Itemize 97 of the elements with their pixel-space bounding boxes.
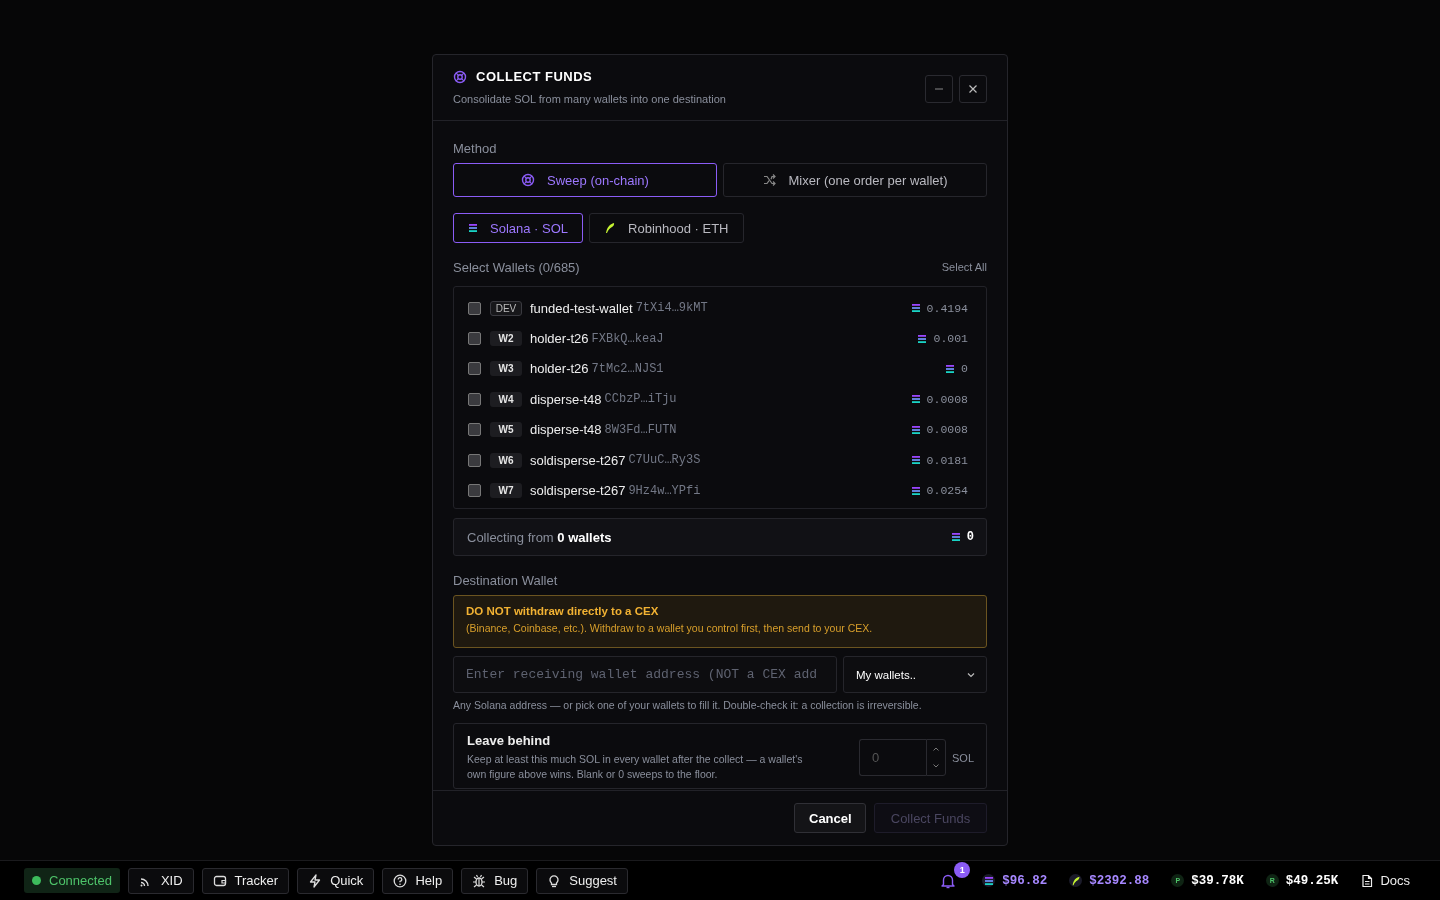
checkbox[interactable]	[468, 392, 481, 406]
solana-icon	[910, 455, 921, 466]
wallet-name: holder-t26	[530, 361, 589, 377]
solana-icon	[982, 874, 996, 887]
wallet-tag: W2	[490, 331, 522, 347]
wallet-name: funded-test-wallet	[530, 300, 633, 316]
status-bar-button[interactable]: Quick	[297, 867, 375, 894]
wallet-balance: 0.001	[933, 332, 968, 346]
checkbox[interactable]	[468, 301, 481, 315]
wallet-address: FXBkQ…keaJ	[591, 331, 664, 346]
solana-icon	[910, 424, 921, 435]
checkbox[interactable]	[468, 484, 481, 498]
solana-icon	[910, 303, 921, 314]
status-bar-button[interactable]: Tracker	[201, 867, 290, 894]
status-bar-button[interactable]: XID	[127, 867, 194, 894]
wallet-name: disperse-t48	[530, 391, 602, 407]
wallet-tag: W4	[490, 391, 522, 407]
summary-total: 0	[966, 530, 974, 544]
chevron-down-icon	[932, 763, 940, 770]
dialog-title: COLLECT FUNDS	[476, 69, 593, 84]
wallet-balance: 0.4194	[926, 301, 968, 315]
checkbox[interactable]	[468, 362, 481, 376]
section-label: Method	[453, 141, 498, 156]
unit-label: SOL	[952, 751, 974, 764]
feather-icon	[604, 222, 617, 234]
status-bar-button[interactable]: Suggest	[536, 867, 628, 894]
shuffle-icon	[762, 173, 777, 187]
method-option[interactable]: Sweep (on-chain)	[453, 163, 717, 197]
chevron-up-icon	[932, 745, 940, 752]
price-value: $96.82	[1002, 873, 1048, 888]
leave-behind-text: Keep at least this much SOL in every wallet after the collect — a wallet's own figure above wins. Blank or 0 sweeps to the floor.	[467, 752, 804, 783]
hint-text: Any Solana address — or pick one of your wallets to fill it. Double-check it: a collection is irreversible.	[453, 699, 923, 711]
wallet-tag: DEV	[490, 300, 522, 316]
bell-icon	[940, 872, 957, 889]
wallet-balance: 0	[961, 362, 968, 376]
section-label: Destination Wallet	[453, 573, 559, 588]
lifebuoy-icon	[521, 173, 536, 187]
lightbulb-icon	[547, 873, 562, 888]
wallet-balance: 0.0008	[926, 423, 968, 437]
close-button[interactable]	[959, 75, 987, 103]
wallet-name: soldisperse-t267	[530, 483, 626, 499]
wallet-picker[interactable]: My wallets..	[843, 656, 987, 693]
help-icon	[393, 873, 408, 888]
select-all-link[interactable]: Select All	[941, 261, 987, 273]
leave-behind-title: Leave behind	[467, 733, 552, 748]
checkbox[interactable]	[468, 453, 481, 467]
solana-icon	[910, 394, 921, 405]
wallet-address: 8W3Fd…FUTN	[604, 422, 677, 437]
status-label: Connected	[49, 873, 112, 888]
method-option[interactable]: Mixer (one order per wallet)	[723, 163, 987, 197]
warning-text: (Binance, Coinbase, etc.). Withdraw to a wallet you control first, then send to your CEX.	[466, 622, 874, 634]
lifebuoy-icon	[453, 69, 467, 84]
address-field[interactable]: Enter receiving wallet address (NOT a CEX add	[453, 656, 837, 693]
warning-title: DO NOT withdraw directly to a CEX	[466, 605, 660, 617]
wallet-tag: W3	[490, 361, 522, 377]
dialog-subtitle: Consolidate SOL from many wallets into one destination	[453, 93, 726, 105]
wallet-tag: W6	[490, 452, 522, 468]
wallet-address: C7UuC…Ry3S	[628, 453, 701, 468]
lightning-icon	[308, 873, 323, 888]
solana-icon	[917, 333, 928, 344]
notifications-button[interactable]	[940, 872, 957, 889]
status-bar-button[interactable]: Help	[382, 867, 454, 894]
wallet-name: holder-t26	[530, 331, 589, 347]
wallet-name: disperse-t48	[530, 422, 602, 438]
number-field[interactable]: 0	[859, 739, 926, 777]
wallet-balance: 0.0008	[926, 392, 968, 406]
chain-tab[interactable]: Solana · SOL	[453, 213, 584, 243]
solana-icon	[910, 485, 921, 496]
cancel-button[interactable]: Cancel	[794, 803, 866, 833]
wallet-name: soldisperse-t267	[530, 452, 626, 468]
wallet-address: CCbzP…iTju	[604, 392, 677, 407]
wallet-tag: W7	[490, 483, 522, 499]
price-value: $49.25K	[1285, 873, 1339, 888]
price-value: $2392.88	[1089, 873, 1150, 888]
wallet-balance: 0.0254	[926, 484, 968, 498]
bug-icon	[472, 873, 487, 888]
close-icon	[968, 84, 978, 94]
chain-tab[interactable]: Robinhood · ETH	[589, 213, 744, 243]
section-label: Select Wallets (0/685)	[453, 259, 580, 275]
wallet-address: 7tXi4…9kMT	[635, 301, 708, 316]
notification-badge: 1	[954, 861, 971, 878]
docs-link[interactable]: Docs	[1360, 873, 1410, 888]
wallet-address: 7tMc2…NJS1	[591, 361, 664, 376]
summary-text: Collecting from 0 wallets	[467, 529, 612, 545]
wallet-balance: 0.0181	[926, 453, 968, 467]
checkbox[interactable]	[468, 332, 481, 346]
solana-icon	[468, 223, 478, 233]
wallet-address: 9Hz4w…YPfi	[628, 483, 701, 498]
price-value: $39.78K	[1191, 873, 1244, 888]
solana-icon	[945, 363, 956, 374]
wallet-tag: W5	[490, 422, 522, 438]
solana-icon	[950, 532, 961, 542]
document-icon	[1360, 873, 1375, 888]
feather-icon	[1069, 874, 1083, 887]
status-bar-button[interactable]: Bug	[461, 867, 529, 894]
checkbox[interactable]	[468, 423, 481, 437]
wallet-icon	[212, 873, 227, 888]
